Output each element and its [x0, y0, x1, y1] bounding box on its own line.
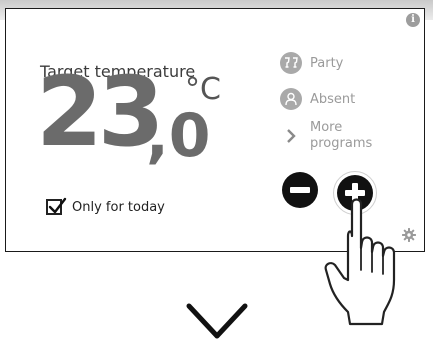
temperature-unit: °C — [185, 72, 221, 107]
chevron-down-icon — [186, 303, 248, 339]
info-icon[interactable]: i — [406, 13, 420, 27]
more-programs[interactable]: More programs — [280, 120, 372, 152]
chevron-right-icon — [280, 129, 302, 143]
only-today-checkbox[interactable] — [46, 197, 67, 215]
absent-label: Absent — [310, 91, 356, 107]
program-party[interactable]: Party — [280, 52, 343, 74]
person-icon — [280, 88, 302, 110]
pointing-hand-icon — [324, 198, 396, 326]
checkmark-icon — [48, 197, 67, 214]
minus-icon — [290, 187, 310, 193]
program-absent[interactable]: Absent — [280, 88, 355, 110]
temperature-decimal: ,0 — [146, 101, 211, 171]
decrease-temperature-button[interactable] — [282, 172, 318, 208]
more-programs-label: More programs — [310, 120, 373, 151]
party-label: Party — [310, 55, 344, 71]
temperature-integer: 23 — [36, 56, 165, 168]
only-today-label: Only for today — [72, 199, 165, 215]
only-today-option[interactable]: Only for today — [46, 197, 165, 215]
glasses-icon — [280, 52, 302, 74]
